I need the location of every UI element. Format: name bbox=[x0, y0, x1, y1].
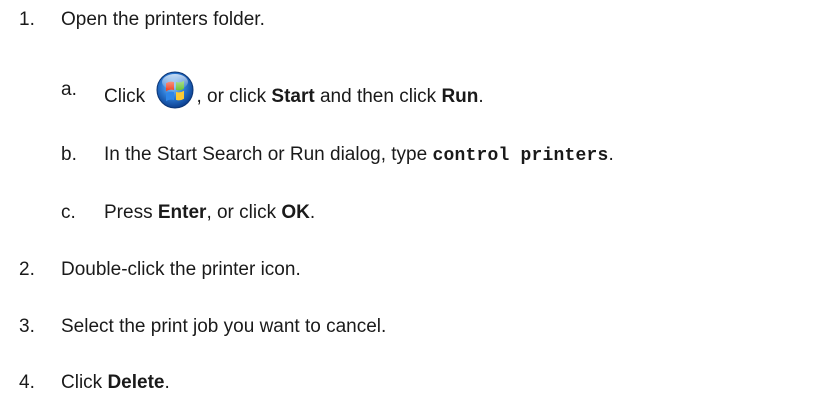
text-fragment: Click bbox=[104, 86, 151, 108]
step-number: 1. bbox=[19, 9, 35, 30]
text-fragment: . bbox=[478, 86, 484, 108]
substep-text: Click , or click Start and then click Ru… bbox=[104, 71, 484, 116]
step-text: Click Delete. bbox=[61, 371, 170, 395]
ui-term-delete: Delete bbox=[107, 372, 165, 393]
ui-term-start: Start bbox=[271, 86, 315, 108]
step-number: 3. bbox=[19, 316, 35, 337]
substep-text: In the Start Search or Run dialog, type … bbox=[104, 143, 614, 168]
step-text: Select the print job you want to cancel. bbox=[61, 316, 387, 337]
text-fragment: Press bbox=[104, 202, 158, 223]
substep-letter: a. bbox=[61, 79, 77, 100]
step-number: 4. bbox=[19, 372, 35, 393]
text-fragment: In the Start Search or Run dialog, type bbox=[104, 144, 433, 165]
text-fragment: . bbox=[164, 372, 170, 393]
text-fragment: and then click bbox=[314, 86, 442, 108]
ui-term-run: Run bbox=[441, 86, 479, 108]
step-number: 2. bbox=[19, 259, 35, 280]
text-fragment: , or click bbox=[206, 202, 282, 223]
step-text: Open the printers folder. bbox=[61, 9, 265, 30]
substep-letter: b. bbox=[61, 144, 77, 165]
text-fragment: . bbox=[608, 144, 614, 165]
text-fragment: , or click bbox=[196, 86, 272, 108]
substep-letter: c. bbox=[61, 202, 76, 223]
substep-text: Press Enter, or click OK. bbox=[104, 201, 315, 225]
text-fragment: . bbox=[309, 202, 316, 223]
ui-term-enter: Enter bbox=[157, 202, 207, 223]
ui-term-ok: OK bbox=[281, 202, 310, 223]
windows-start-orb-icon bbox=[156, 71, 194, 109]
command-text: control printers bbox=[432, 146, 609, 166]
step-text: Double-click the printer icon. bbox=[61, 259, 301, 280]
text-fragment: Click bbox=[61, 372, 108, 393]
